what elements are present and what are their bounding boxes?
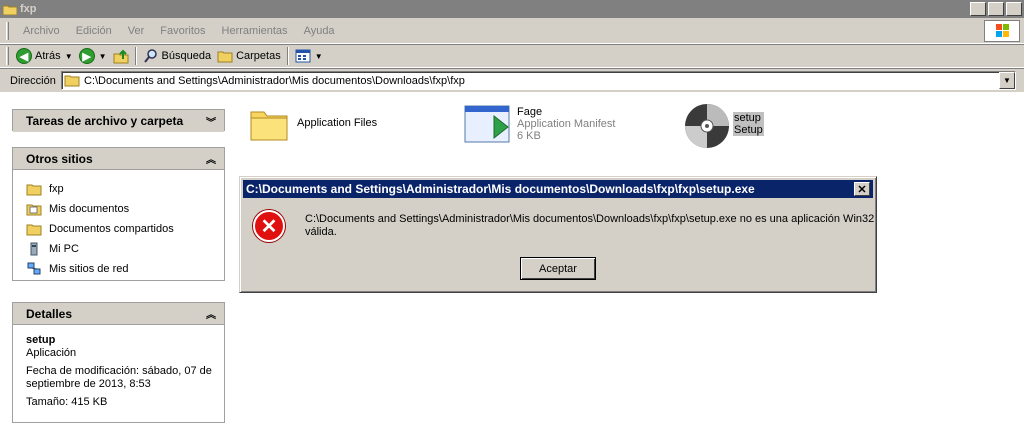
file-type: Setup: [734, 124, 763, 136]
forward-arrow-icon: ▶: [78, 48, 95, 64]
dialog-titlebar[interactable]: C:\Documents and Settings\Administrador\…: [243, 180, 873, 198]
menu-ver[interactable]: Ver: [120, 25, 153, 37]
details-size: Tamaño: 415 KB: [26, 396, 108, 408]
back-label: Atrás: [35, 50, 61, 62]
folder-icon: [64, 75, 80, 87]
views-button[interactable]: ▼: [292, 46, 326, 66]
other-places-header[interactable]: Otros sitios ︽: [13, 148, 224, 170]
application-manifest-icon: [464, 105, 510, 143]
tasks-panel-header[interactable]: Tareas de archivo y carpeta ︾: [13, 110, 224, 132]
up-folder-button[interactable]: [110, 46, 132, 66]
menu-bar: Archivo Edición Ver Favoritos Herramient…: [0, 18, 1024, 44]
setup-disc-icon: [685, 104, 729, 148]
other-place-label: Mis sitios de red: [49, 263, 129, 275]
search-label: Búsqueda: [161, 50, 212, 62]
standard-toolbar: ◀ Atrás ▼ ▶ ▼ Búsqueda Carpetas ▼: [0, 44, 1024, 68]
other-place-label: Mi PC: [49, 243, 79, 255]
folder-icon: [250, 111, 288, 141]
error-dialog: C:\Documents and Settings\Administrador\…: [239, 176, 877, 293]
window-titlebar[interactable]: fxp _ ❐ ✕: [0, 0, 1024, 18]
dialog-close-button[interactable]: ✕: [854, 182, 870, 196]
details-panel: Detalles ︽ setup Aplicación Fecha de mod…: [12, 302, 225, 423]
window-title: fxp: [20, 3, 37, 15]
search-button[interactable]: Búsqueda: [140, 46, 215, 66]
menu-favoritos[interactable]: Favoritos: [152, 25, 213, 37]
details-title: Detalles: [26, 306, 73, 321]
dialog-title: C:\Documents and Settings\Administrador\…: [246, 182, 755, 196]
chevron-double-down-icon[interactable]: ︾: [206, 114, 216, 129]
address-label: Dirección: [10, 74, 56, 87]
dialog-message: C:\Documents and Settings\Administrador\…: [305, 213, 875, 238]
details-file-type: Aplicación: [26, 347, 77, 359]
other-place-mi-pc[interactable]: Mi PC: [26, 239, 224, 259]
menu-grip: [6, 21, 9, 40]
menu-archivo[interactable]: Archivo: [15, 25, 68, 37]
close-button[interactable]: ✕: [1006, 2, 1022, 16]
views-icon: [295, 49, 311, 63]
folders-label: Carpetas: [236, 50, 281, 62]
file-item-fage[interactable]: Fage Application Manifest 6 KB: [464, 104, 615, 144]
minimize-button[interactable]: _: [970, 2, 986, 16]
other-places-panel: Otros sitios ︽ fxp Mis documentos Docume…: [12, 147, 225, 281]
file-size: 6 KB: [517, 130, 541, 142]
other-place-mis-documentos[interactable]: Mis documentos: [26, 199, 224, 219]
error-icon: ✕: [253, 210, 285, 242]
file-type: Application Manifest: [517, 118, 616, 130]
toolbar-grip: [6, 47, 9, 65]
toolbar-separator: [134, 47, 137, 65]
maximize-button[interactable]: ❐: [988, 2, 1004, 16]
chevron-down-icon[interactable]: ▼: [65, 52, 73, 61]
chevron-down-icon[interactable]: ▼: [315, 52, 323, 61]
address-input[interactable]: C:\Documents and Settings\Administrador\…: [61, 71, 1016, 90]
other-place-documentos-compartidos[interactable]: Documentos compartidos: [26, 219, 224, 239]
menu-herramientas[interactable]: Herramientas: [214, 25, 296, 37]
folder-icon: [26, 184, 42, 196]
chevron-double-up-icon[interactable]: ︽: [206, 306, 216, 321]
file-item-setup[interactable]: setup Setup: [683, 102, 764, 150]
shared-folder-icon: [26, 224, 42, 236]
search-icon: [143, 49, 157, 63]
address-dropdown-button[interactable]: ▼: [999, 72, 1015, 89]
other-place-label: Documentos compartidos: [49, 223, 174, 235]
back-arrow-icon: ◀: [16, 48, 32, 64]
ok-button[interactable]: Aceptar: [520, 257, 596, 280]
other-place-label: Mis documentos: [49, 203, 130, 215]
forward-button[interactable]: ▶ ▼: [76, 46, 110, 66]
address-bar: Dirección C:\Documents and Settings\Admi…: [0, 68, 1024, 92]
other-place-mis-sitios-de-red[interactable]: Mis sitios de red: [26, 259, 224, 279]
menu-edicion[interactable]: Edición: [68, 25, 120, 37]
chevron-down-icon[interactable]: ▼: [99, 52, 107, 61]
menu-ayuda[interactable]: Ayuda: [296, 25, 343, 37]
folders-icon: [217, 51, 233, 63]
other-place-fxp[interactable]: fxp: [26, 179, 224, 199]
my-documents-icon: [26, 204, 42, 216]
file-name: setup: [734, 112, 761, 124]
folder-icon: [3, 5, 17, 15]
toolbar-separator: [286, 47, 289, 65]
address-path: C:\Documents and Settings\Administrador\…: [84, 74, 465, 87]
windows-logo-icon: [984, 20, 1020, 42]
computer-icon: [30, 242, 38, 256]
details-modified: Fecha de modificación: sábado, 07 de sep…: [26, 365, 212, 390]
folders-button[interactable]: Carpetas: [214, 46, 284, 66]
details-header[interactable]: Detalles ︽: [13, 303, 224, 325]
details-file-name: setup: [26, 334, 56, 346]
up-folder-icon: [113, 49, 129, 64]
network-icon: [27, 262, 41, 275]
tasks-panel-title: Tareas de archivo y carpeta: [26, 114, 184, 128]
other-places-title: Otros sitios: [26, 151, 93, 166]
file-name: Fage: [517, 106, 543, 118]
file-name: Application Files: [297, 117, 378, 129]
tasks-panel: Tareas de archivo y carpeta ︾: [12, 109, 225, 132]
back-button[interactable]: ◀ Atrás ▼: [13, 46, 76, 66]
file-item-application-files[interactable]: Application Files: [249, 104, 377, 142]
chevron-double-up-icon[interactable]: ︽: [206, 151, 216, 166]
other-place-label: fxp: [49, 183, 64, 195]
